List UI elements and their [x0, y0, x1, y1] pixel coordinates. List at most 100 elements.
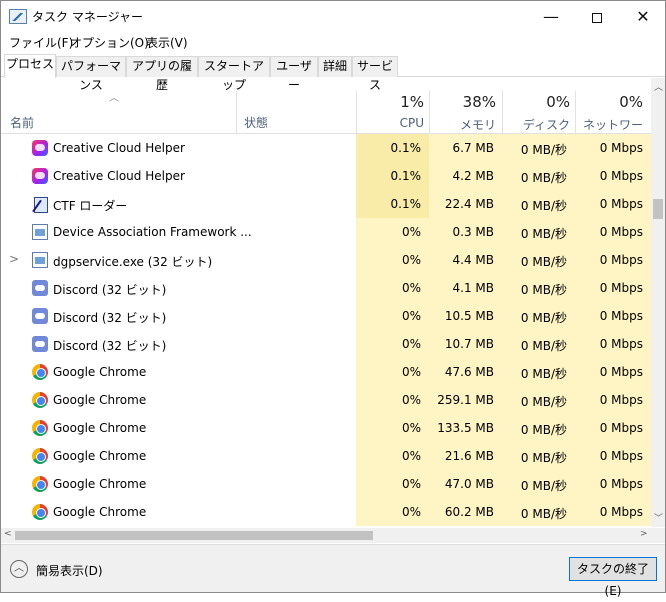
horizontal-scrollbar[interactable]: < > [1, 528, 665, 543]
column-status[interactable]: 状態 [244, 114, 268, 131]
process-row[interactable]: Creative Cloud Helper 0.1% 4.2 MB 0 MB/秒 0 M… [1, 162, 651, 190]
horizontal-scroll-thumb[interactable] [15, 531, 373, 540]
chrome-icon [32, 420, 48, 436]
process-list: Creative Cloud Helper 0.1% 6.7 MB 0 MB/秒 0 M… [1, 134, 651, 528]
expand-chevron-icon[interactable]: > [9, 252, 19, 266]
process-name: Discord (32 ビット) [53, 283, 167, 297]
process-disk: 0 MB/秒 [520, 339, 567, 353]
process-cpu: 0.1% [390, 169, 422, 183]
column-memory[interactable]: 38% メモリ [429, 93, 496, 133]
process-row[interactable]: > dgpservice.exe (32 ビット) 0% 4.4 MB 0 MB/秒 0 … [1, 246, 651, 274]
collapse-icon[interactable]: ︿ [10, 560, 28, 578]
process-name: CTF ローダー [53, 199, 128, 213]
process-row[interactable]: Discord (32 ビット) 0% 4.1 MB 0 MB/秒 0 Mbps [1, 274, 651, 302]
network-total: 0% [619, 93, 643, 111]
process-memory: 259.1 MB [437, 393, 494, 407]
process-cpu: 0% [401, 281, 421, 295]
end-task-button[interactable]: タスクの終了(E) [569, 557, 657, 598]
process-name: Google Chrome [53, 505, 147, 519]
process-disk: 0 MB/秒 [520, 367, 567, 381]
process-name: Google Chrome [53, 449, 147, 463]
process-memory: 47.0 MB [444, 477, 494, 491]
tab-processes[interactable]: プロセス [4, 54, 56, 78]
process-name: Google Chrome [53, 477, 147, 491]
process-cpu: 0% [401, 393, 421, 407]
process-cpu: 0% [401, 449, 421, 463]
process-network: 0 Mbps [599, 169, 643, 183]
process-disk: 0 MB/秒 [520, 227, 567, 241]
process-row[interactable]: Google Chrome 0% 47.6 MB 0 MB/秒 0 Mbps [1, 358, 651, 386]
title-bar[interactable]: タスク マネージャー — ✕ [1, 1, 665, 32]
cpu-label: CPU [399, 116, 424, 130]
process-name: Device Association Framework ... [53, 225, 252, 239]
maximize-button[interactable] [574, 1, 620, 32]
chrome-icon [32, 476, 48, 492]
tab-app-history[interactable]: アプリの履歴 [126, 56, 198, 92]
vertical-scrollbar[interactable]: ︿ ﹀ [651, 78, 665, 527]
process-network: 0 Mbps [599, 253, 643, 267]
process-row[interactable]: Discord (32 ビット) 0% 10.7 MB 0 MB/秒 0 Mbps [1, 330, 651, 358]
process-row[interactable]: Google Chrome 0% 60.2 MB 0 MB/秒 0 Mbps [1, 498, 651, 526]
column-name[interactable]: 名前 [10, 114, 34, 131]
minimize-icon: — [543, 7, 559, 26]
disk-label: ディスク [522, 118, 570, 132]
column-header: ︿ 名前 状態 1% CPU 38% メモリ 0% ディスク 0% ネットワーク [1, 78, 651, 149]
process-disk: 0 MB/秒 [520, 171, 567, 185]
chrome-icon [32, 392, 48, 408]
creative-cloud-icon [32, 140, 48, 156]
process-memory: 4.1 MB [452, 281, 494, 295]
process-row[interactable]: CTF ローダー 0.1% 22.4 MB 0 MB/秒 0 Mbps [1, 190, 651, 218]
scroll-up-icon[interactable]: ︿ [654, 80, 663, 93]
process-name: Google Chrome [53, 365, 147, 379]
scroll-left-icon[interactable]: < [4, 529, 12, 539]
disk-total: 0% [546, 93, 570, 111]
minimize-button[interactable]: — [528, 1, 574, 32]
process-row[interactable]: Device Association Framework ... 0% 0.3 MB… [1, 218, 651, 246]
process-network: 0 Mbps [599, 141, 643, 155]
discord-icon [32, 308, 48, 324]
tab-performance[interactable]: パフォーマンス [56, 56, 126, 92]
column-disk[interactable]: 0% ディスク [502, 93, 570, 133]
process-row[interactable]: Google Chrome 0% 47.0 MB 0 MB/秒 0 Mbps [1, 470, 651, 498]
menu-bar: ファイル(F) オプション(O) 表示(V) [1, 32, 665, 53]
process-row[interactable]: Discord (32 ビット) 0% 10.5 MB 0 MB/秒 0 Mbps [1, 302, 651, 330]
chrome-icon [32, 364, 48, 380]
process-row[interactable]: Google Chrome 0% 21.6 MB 0 MB/秒 0 Mbps [1, 442, 651, 470]
process-cpu: 0% [401, 225, 421, 239]
process-row[interactable]: Google Chrome 0% 259.1 MB 0 MB/秒 0 Mbps [1, 386, 651, 414]
close-button[interactable]: ✕ [620, 1, 666, 32]
creative-cloud-icon [32, 168, 48, 184]
scroll-down-icon[interactable]: ﹀ [654, 511, 663, 524]
scroll-right-icon[interactable]: > [640, 529, 648, 539]
ctf-loader-icon [32, 196, 48, 213]
memory-label: メモリ [459, 118, 496, 132]
process-name: Discord (32 ビット) [53, 339, 167, 353]
tab-details[interactable]: 詳細 [318, 56, 352, 77]
column-cpu[interactable]: 1% CPU [356, 93, 424, 130]
menu-options[interactable]: オプション(O) [70, 34, 149, 51]
tab-services[interactable]: サービス [352, 56, 398, 92]
process-cpu: 0% [401, 505, 421, 519]
process-memory: 22.4 MB [444, 197, 494, 211]
process-row[interactable]: Creative Cloud Helper 0.1% 6.7 MB 0 MB/秒 0 M… [1, 134, 651, 162]
process-network: 0 Mbps [599, 197, 643, 211]
vertical-scroll-thumb[interactable] [653, 199, 663, 219]
process-cpu: 0.1% [390, 197, 422, 211]
menu-file[interactable]: ファイル(F) [9, 34, 73, 51]
tab-startup[interactable]: スタートアップ [198, 56, 270, 92]
process-row[interactable]: Google Chrome 0% 133.5 MB 0 MB/秒 0 Mbps [1, 414, 651, 442]
process-network: 0 Mbps [599, 505, 643, 519]
window-app-icon [32, 252, 48, 268]
process-network: 0 Mbps [599, 477, 643, 491]
fewer-details-link[interactable]: 簡易表示(D) [36, 562, 103, 579]
menu-view[interactable]: 表示(V) [146, 34, 188, 51]
process-network: 0 Mbps [599, 393, 643, 407]
process-memory: 21.6 MB [444, 449, 494, 463]
process-network: 0 Mbps [599, 309, 643, 323]
column-divider[interactable] [236, 91, 237, 133]
process-network: 0 Mbps [599, 225, 643, 239]
close-icon: ✕ [636, 7, 650, 26]
tab-users[interactable]: ユーザー [270, 56, 318, 92]
process-disk: 0 MB/秒 [520, 143, 567, 157]
process-memory: 6.7 MB [452, 141, 494, 155]
